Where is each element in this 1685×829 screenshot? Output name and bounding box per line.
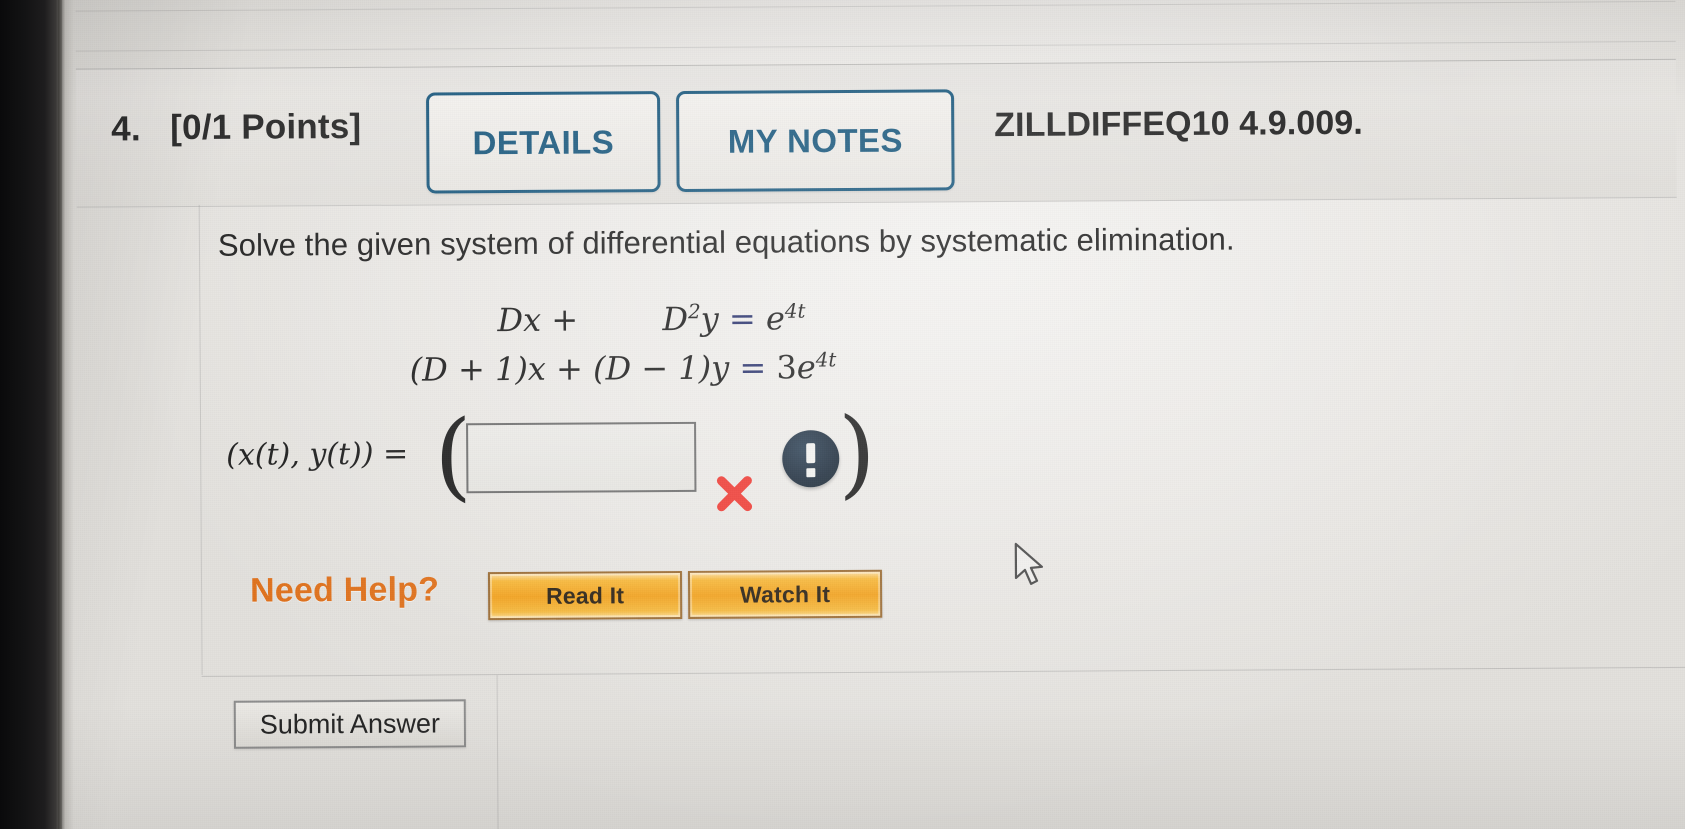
x-mark-icon <box>716 476 753 512</box>
submit-answer-button[interactable]: Submit Answer <box>233 699 467 749</box>
equation-2: (D + 1)x + (D − 1)y = 3e4t <box>409 348 837 389</box>
question-code: ZILLDIFFEQ10 4.9.009. <box>994 103 1364 145</box>
read-it-button[interactable]: Read It <box>487 570 683 621</box>
question-number: 4. <box>111 109 141 149</box>
page-top-rule-1 <box>75 0 1676 12</box>
eq1-rhs-exponent: 4t <box>784 299 806 323</box>
eq1-lhs-term-2-base: D <box>662 299 689 339</box>
watch-it-button[interactable]: Watch It <box>687 569 883 619</box>
monitor-bezel-edge <box>58 0 74 829</box>
eq2-lhs-term-1: (D + 1)x <box>409 349 547 389</box>
my-notes-button[interactable]: MY NOTES <box>676 89 955 193</box>
page-top-rule-2 <box>75 40 1676 52</box>
answer-close-paren: ) <box>837 396 877 510</box>
my-notes-button-label: MY NOTES <box>727 121 903 160</box>
eq2-equals: = <box>739 348 767 387</box>
footer-panel <box>201 675 499 829</box>
read-it-button-label: Read It <box>545 581 625 609</box>
monitor-bezel <box>0 0 62 829</box>
question-points: [0/1 Points] <box>170 106 362 148</box>
eq1-lhs-term-2-exponent: 2 <box>687 300 701 324</box>
eq2-rhs-exponent: 4t <box>815 348 837 372</box>
mouse-cursor <box>1014 542 1044 585</box>
eq1-rhs-base: e <box>765 299 786 338</box>
eq2-rhs-coefficient: 3 <box>776 348 797 387</box>
details-button[interactable]: DETAILS <box>426 91 661 194</box>
answer-label: (x(t), y(t)) = <box>226 436 409 473</box>
photographed-screen: 4. [0/1 Points] DETAILS MY NOTES ZILLDIF… <box>0 0 1685 829</box>
answer-input[interactable] <box>466 421 697 494</box>
eq1-plus: + <box>551 300 579 339</box>
eq1-lhs-term-1: Dx <box>497 300 542 340</box>
need-help-label: Need Help? <box>249 570 440 610</box>
submit-answer-button-label: Submit Answer <box>259 707 440 740</box>
watch-it-button-label: Watch It <box>739 580 831 608</box>
eq2-rhs-base: e <box>796 348 816 387</box>
eq1-equals: = <box>728 299 756 338</box>
equation-1: Dx + D2y = e4t <box>497 299 805 339</box>
eq2-plus: + <box>555 349 584 388</box>
exclamation-circle-icon[interactable] <box>782 430 840 488</box>
eq1-lhs-term-2-var: y <box>700 299 719 338</box>
details-button-label: DETAILS <box>472 122 615 161</box>
eq2-lhs-term-2: (D − 1)y <box>592 348 730 388</box>
problem-prompt: Solve the given system of differential e… <box>217 221 1235 263</box>
